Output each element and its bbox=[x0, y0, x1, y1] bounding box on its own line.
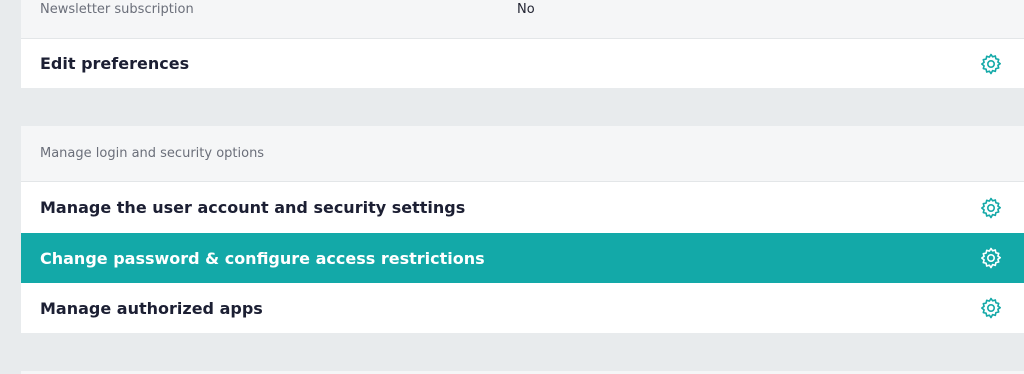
security-card: Manage login and security options Manage… bbox=[21, 126, 1024, 333]
gear-icon[interactable] bbox=[979, 52, 1003, 76]
gear-icon[interactable] bbox=[979, 246, 1003, 270]
change-password-label: Change password & configure access restr… bbox=[40, 249, 485, 268]
newsletter-row: Newsletter subscription No bbox=[21, 0, 1024, 39]
gear-icon[interactable] bbox=[979, 196, 1003, 220]
newsletter-value: No bbox=[517, 2, 535, 17]
manage-authorized-apps-link[interactable]: Manage authorized apps bbox=[21, 283, 1024, 333]
security-section-header: Manage login and security options bbox=[21, 126, 1024, 182]
newsletter-label: Newsletter subscription bbox=[40, 2, 194, 17]
change-password-link[interactable]: Change password & configure access restr… bbox=[21, 233, 1024, 283]
edit-preferences-link[interactable]: Edit preferences bbox=[21, 39, 1024, 88]
manage-authorized-apps-label: Manage authorized apps bbox=[40, 299, 263, 318]
preferences-card: Newsletter subscription No Edit preferen… bbox=[21, 0, 1024, 88]
gear-icon[interactable] bbox=[979, 296, 1003, 320]
manage-user-account-link[interactable]: Manage the user account and security set… bbox=[21, 182, 1024, 233]
security-header-label: Manage login and security options bbox=[40, 146, 265, 161]
manage-user-account-label: Manage the user account and security set… bbox=[40, 198, 466, 217]
edit-preferences-label: Edit preferences bbox=[40, 54, 190, 73]
